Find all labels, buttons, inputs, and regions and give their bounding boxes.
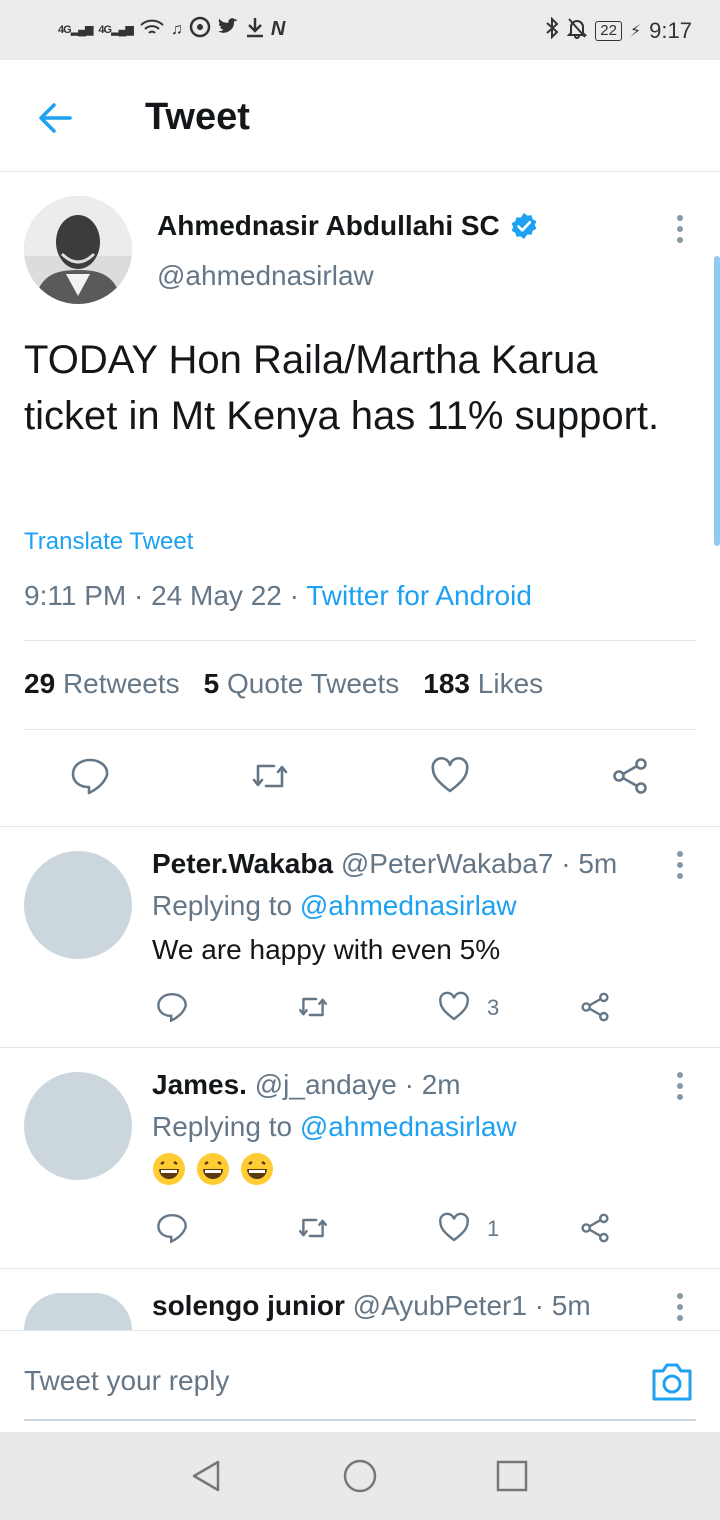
reply-avatar[interactable] — [24, 1072, 132, 1180]
replying-to-handle-link[interactable]: @ahmednasirlaw — [300, 1111, 517, 1142]
retweets-stat[interactable]: 29 Retweets — [24, 668, 180, 700]
nav-home-icon[interactable] — [342, 1458, 378, 1494]
reply-composer — [0, 1330, 720, 1432]
author-handle[interactable]: @ahmednasirlaw — [157, 260, 374, 292]
netflix-icon: N — [270, 18, 286, 40]
replying-to: Replying to @ahmednasirlaw — [152, 890, 517, 921]
reply-input-underline — [24, 1419, 696, 1421]
camera-icon[interactable] — [650, 1361, 694, 1403]
reply-avatar[interactable] — [24, 1293, 132, 1330]
like-count: 3 — [487, 995, 500, 1020]
reply-header[interactable]: James. @j_andaye · 2m — [152, 1069, 461, 1101]
bluetooth-icon — [545, 16, 559, 45]
grinning-face-emoji — [153, 1153, 185, 1185]
reply-header[interactable]: solengo junior @AyubPeter1 · 5m — [152, 1290, 591, 1322]
reply-author-handle: @AyubPeter1 — [352, 1290, 527, 1321]
like-heart-icon[interactable] — [430, 756, 470, 796]
retweet-icon[interactable] — [250, 756, 290, 796]
divider — [0, 1268, 720, 1269]
reply-author-name: James. — [152, 1069, 247, 1100]
divider — [24, 729, 696, 730]
reply-input[interactable] — [24, 1351, 624, 1411]
like-count: 1 — [487, 1216, 500, 1241]
wifi-icon — [139, 17, 165, 42]
music-icon: ♫ — [170, 20, 183, 38]
grinning-face-emoji — [240, 1153, 273, 1185]
reply-age: 5m — [551, 1290, 591, 1321]
share-icon[interactable] — [579, 991, 611, 1023]
divider — [24, 640, 696, 641]
translate-tweet-link[interactable]: Translate Tweet — [24, 528, 193, 556]
divider — [0, 1047, 720, 1048]
grinning-face-emoji — [196, 1153, 229, 1185]
reply-author-name: solengo junior — [152, 1290, 345, 1321]
reply-author-handle: @PeterWakaba7 — [340, 848, 554, 879]
battery-indicator: 22 — [595, 21, 622, 41]
app-notification-icon — [189, 16, 211, 43]
nav-back-icon[interactable] — [188, 1458, 224, 1494]
verified-badge-icon — [511, 213, 537, 239]
share-icon[interactable] — [610, 756, 650, 796]
reply-emoji-row — [152, 1152, 276, 1193]
page-title: Tweet — [145, 96, 250, 138]
twitter-notification-icon — [217, 17, 239, 42]
reply-age: 2m — [421, 1069, 461, 1100]
replying-to-handle-link[interactable]: @ahmednasirlaw — [300, 890, 517, 921]
top-bar: Tweet — [0, 60, 720, 172]
tweet-source-link[interactable]: Twitter for Android — [306, 580, 532, 611]
author-name: Ahmednasir Abdullahi SC — [157, 210, 500, 241]
signal-icon-2: 4G▂▄▆ — [98, 24, 133, 36]
download-icon — [245, 16, 265, 43]
reply-icon[interactable] — [70, 756, 110, 796]
tweet-date: 24 May 22 — [151, 580, 282, 611]
replying-to: Replying to @ahmednasirlaw — [152, 1111, 517, 1142]
scrollbar[interactable] — [714, 256, 720, 546]
charging-icon: ⚡ — [629, 23, 642, 40]
more-options-icon[interactable] — [674, 1071, 686, 1101]
likes-stat[interactable]: 183 Likes — [423, 668, 543, 700]
tweet-meta: 9:11 PM · 24 May 22 · Twitter for Androi… — [24, 580, 532, 611]
reply-icon[interactable] — [156, 991, 188, 1023]
status-bar: 4G▂▄▆ 4G▂▄▆ ♫ N 22 ⚡ 9:17 — [0, 0, 720, 60]
tweet-time: 9:11 PM — [24, 580, 127, 611]
reply-header[interactable]: Peter.Wakaba @PeterWakaba7 · 5m — [152, 848, 617, 880]
tweet-stats: 29 Retweets 5 Quote Tweets 183 Likes — [24, 668, 543, 700]
nav-recents-icon[interactable] — [494, 1458, 530, 1494]
reply-author-handle: @j_andaye — [254, 1069, 397, 1100]
reply-icon[interactable] — [156, 1212, 188, 1244]
system-nav-bar — [0, 1432, 720, 1520]
reply-author-name: Peter.Wakaba — [152, 848, 334, 879]
reply-age: 5m — [578, 848, 618, 879]
author-avatar[interactable] — [24, 196, 132, 304]
status-time: 9:17 — [649, 18, 692, 43]
like-heart-icon[interactable] — [438, 1212, 470, 1244]
signal-icon: 4G▂▄▆ — [58, 24, 93, 36]
retweet-icon[interactable] — [297, 1212, 329, 1244]
author-name-row[interactable]: Ahmednasir Abdullahi SC — [157, 210, 538, 242]
back-arrow-icon[interactable] — [34, 96, 78, 140]
more-options-icon[interactable] — [674, 214, 686, 244]
divider — [0, 826, 720, 827]
like-heart-icon[interactable] — [438, 991, 470, 1023]
quote-tweets-stat[interactable]: 5 Quote Tweets — [204, 668, 400, 700]
reply-avatar[interactable] — [24, 851, 132, 959]
more-options-icon[interactable] — [674, 1292, 686, 1322]
reply-text: We are happy with even 5% — [152, 934, 501, 965]
more-options-icon[interactable] — [674, 850, 686, 880]
share-icon[interactable] — [579, 1212, 611, 1244]
tweet-text: TODAY Hon Raila/Martha Karua ticket in M… — [24, 338, 660, 438]
mute-bell-icon — [566, 17, 588, 45]
retweet-icon[interactable] — [297, 991, 329, 1023]
